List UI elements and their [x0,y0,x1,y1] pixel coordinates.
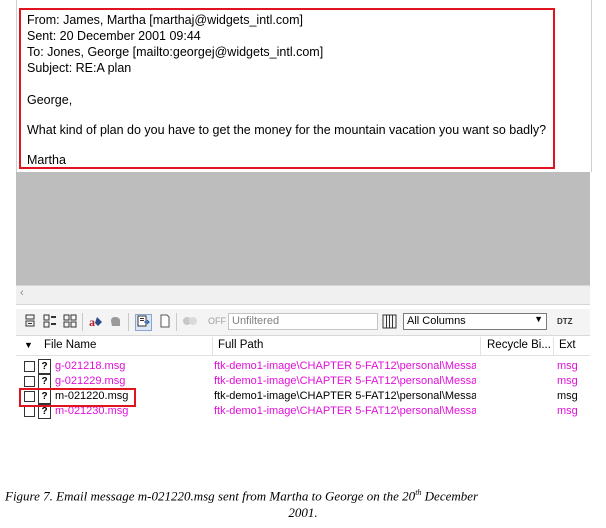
hand-icon[interactable] [108,314,123,329]
filter-off-label: OFF [208,316,226,326]
full-path-cell: ftk-demo1-image\CHAPTER 5-FAT12\personal… [214,390,476,402]
table-header: ▼ File Name Full Path Recycle Bi... Ext [16,337,590,356]
column-header-full-path[interactable]: Full Path [218,339,263,351]
dtz-button[interactable]: DTZ [557,317,573,326]
viewer-empty-area [16,172,590,285]
table-row[interactable]: ? g-021229.msg ftk-demo1-image\CHAPTER 5-F… [16,374,590,389]
columns-select[interactable]: All Columns ▼ [403,313,547,330]
selected-row-highlight-box [19,388,136,407]
file-name-cell[interactable]: g-021218.msg [55,360,125,372]
column-header-ext[interactable]: Ext [559,339,576,351]
full-path-cell: ftk-demo1-image\CHAPTER 5-FAT12\personal… [214,405,476,417]
table-row[interactable]: ? g-021218.msg ftk-demo1-image\CHAPTER 5-F… [16,359,590,374]
column-header-file-name[interactable]: File Name [44,339,96,351]
ext-cell: msg [557,390,578,402]
file-list-table: ▼ File Name Full Path Recycle Bi... Ext … [16,337,590,437]
horizontal-scrollbar[interactable]: ‹ [16,285,590,305]
caption-line1-suffix: December [421,488,479,504]
scroll-left-arrow-icon[interactable]: ‹ [20,287,24,299]
email-highlight-box [19,8,555,169]
column-header-recycle-bin[interactable]: Recycle Bi... [487,339,551,351]
file-list-toolbar: a OFF Unfiltered All Columns ▼ DTZ [16,309,590,336]
tiles-icon[interactable] [62,314,77,329]
ext-cell: msg [557,360,578,372]
ext-cell: msg [557,375,578,387]
row-checkbox[interactable] [24,361,35,372]
bookmark-icon[interactable]: a [88,314,103,329]
full-path-cell: ftk-demo1-image\CHAPTER 5-FAT12\personal… [214,360,476,372]
row-checkbox[interactable] [24,406,35,417]
filter-select[interactable]: Unfiltered [228,313,378,330]
columns-select-value: All Columns [407,315,466,327]
chevron-down-icon[interactable]: ▼ [534,314,543,324]
caption-line1-prefix: Figure 7. Email message m-021220.msg sen… [5,488,416,504]
export-icon[interactable] [135,314,152,331]
full-path-cell: ftk-demo1-image\CHAPTER 5-FAT12\personal… [214,375,476,387]
ext-cell: msg [557,405,578,417]
unknown-file-icon: ? [38,359,51,374]
caption-line2: 2001. [288,505,318,520]
filter-toggle-icon[interactable] [182,314,197,329]
row-checkbox[interactable] [24,376,35,387]
sort-icon[interactable]: ▼ [24,340,33,350]
list-icon[interactable] [42,314,57,329]
page-icon[interactable] [157,314,172,329]
grid-icon[interactable] [22,314,37,329]
file-name-cell[interactable]: g-021229.msg [55,375,125,387]
svg-text:a: a [89,315,95,329]
columns-icon[interactable] [382,314,397,329]
unknown-file-icon: ? [38,374,51,389]
